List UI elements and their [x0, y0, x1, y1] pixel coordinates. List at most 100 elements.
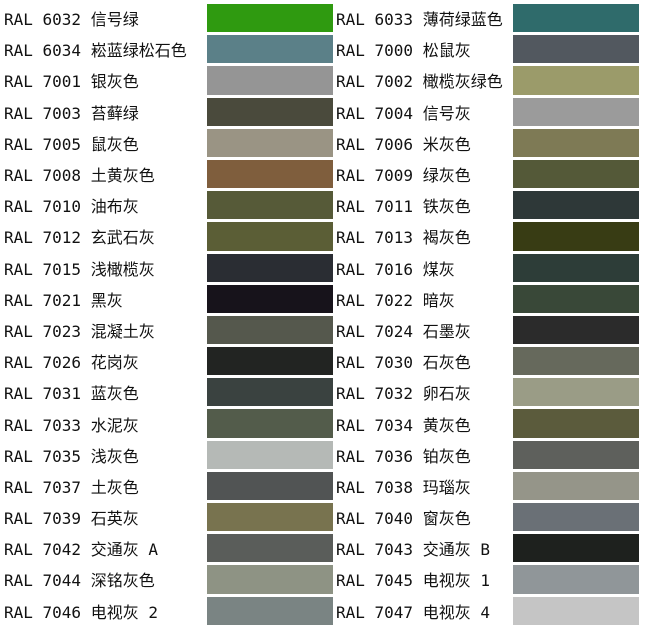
color-code-label: RAL 7045 电视灰 1	[336, 571, 490, 591]
color-swatch	[513, 565, 639, 594]
table-row: RAL 7033 水泥灰 RAL 7034 黄灰色	[4, 409, 639, 438]
color-swatch	[513, 409, 639, 438]
color-code-label: RAL 6032 信号绿	[4, 10, 139, 30]
color-code-label: RAL 7044 深铭灰色	[4, 571, 155, 591]
color-code-label: RAL 7047 电视灰 4	[336, 602, 490, 622]
color-swatch	[513, 284, 639, 313]
color-code-label: RAL 7006 米灰色	[336, 134, 471, 154]
color-swatch	[207, 128, 333, 157]
color-code-label: RAL 7035 浅灰色	[4, 446, 139, 466]
color-code-label: RAL 7023 混凝土灰	[4, 321, 155, 341]
color-swatch	[513, 35, 639, 64]
color-swatch	[207, 191, 333, 220]
color-code-label: RAL 7004 信号灰	[336, 103, 471, 123]
color-code-label: RAL 7011 铁灰色	[336, 197, 471, 217]
color-swatch	[207, 284, 333, 313]
color-swatch	[513, 222, 639, 251]
color-swatch	[207, 440, 333, 469]
color-code-label: RAL 7003 苔藓绿	[4, 103, 139, 123]
color-code-label: RAL 7043 交通灰 B	[336, 540, 490, 560]
color-code-label: RAL 7016 煤灰	[336, 259, 455, 279]
color-code-label: RAL 7005 鼠灰色	[4, 134, 139, 154]
color-swatch	[513, 534, 639, 563]
color-swatch	[207, 159, 333, 189]
table-row: RAL 7001 银灰色 RAL 7002 橄榄灰绿色	[4, 66, 639, 95]
color-code-label: RAL 7046 电视灰 2	[4, 602, 158, 622]
color-code-label: RAL 7010 油布灰	[4, 197, 139, 217]
color-code-label: RAL 7039 石英灰	[4, 509, 139, 529]
color-swatch	[207, 315, 333, 345]
table-row: RAL 7035 浅灰色 RAL 7036 铂灰色	[4, 440, 639, 469]
color-code-label: RAL 7030 石灰色	[336, 353, 471, 373]
color-swatch	[207, 565, 333, 594]
table-row: RAL 7010 油布灰 RAL 7011 铁灰色	[4, 191, 639, 220]
table-row: RAL 7008 土黄灰色 RAL 7009 绿灰色	[4, 159, 639, 189]
color-swatch	[207, 35, 333, 64]
table-row: RAL 7021 黑灰 RAL 7022 暗灰	[4, 284, 639, 313]
color-swatch	[513, 315, 639, 345]
table-row: RAL 7005 鼠灰色 RAL 7006 米灰色	[4, 128, 639, 157]
color-swatch	[513, 503, 639, 532]
color-code-label: RAL 7034 黄灰色	[336, 415, 471, 435]
color-code-label: RAL 7015 浅橄榄灰	[4, 259, 155, 279]
color-swatch	[207, 222, 333, 251]
color-swatch	[513, 253, 639, 282]
color-code-label: RAL 7040 窗灰色	[336, 509, 471, 529]
table-row: RAL 7046 电视灰 2 RAL 7047 电视灰 4	[4, 596, 639, 625]
color-swatch	[513, 97, 639, 126]
color-swatch	[207, 66, 333, 95]
table-row: RAL 7012 玄武石灰 RAL 7013 褐灰色	[4, 222, 639, 251]
color-swatch	[207, 471, 333, 500]
color-swatch	[207, 347, 333, 376]
color-code-label: RAL 7033 水泥灰	[4, 415, 139, 435]
color-code-label: RAL 6033 薄荷绿蓝色	[336, 10, 503, 30]
color-swatch	[207, 534, 333, 563]
color-swatch	[513, 66, 639, 95]
color-swatch	[513, 471, 639, 500]
table-row: RAL 7026 花岗灰 RAL 7030 石灰色	[4, 347, 639, 376]
color-code-label: RAL 7002 橄榄灰绿色	[336, 72, 503, 92]
color-code-label: RAL 7009 绿灰色	[336, 166, 471, 186]
color-swatch	[513, 440, 639, 469]
color-code-label: RAL 7042 交通灰 A	[4, 540, 158, 560]
color-swatch	[207, 97, 333, 126]
color-code-label: RAL 7013 褐灰色	[336, 228, 471, 248]
color-swatch	[513, 596, 639, 625]
table-row: RAL 7031 蓝灰色 RAL 7032 卵石灰	[4, 378, 639, 407]
table-row: RAL 7042 交通灰 A RAL 7043 交通灰 B	[4, 534, 639, 563]
color-swatch	[207, 596, 333, 625]
table-row: RAL 7037 土灰色 RAL 7038 玛瑙灰	[4, 471, 639, 500]
color-swatch	[207, 4, 333, 33]
table-row: RAL 7039 石英灰 RAL 7040 窗灰色	[4, 503, 639, 532]
color-swatch	[207, 503, 333, 532]
ral-color-table: RAL 6032 信号绿 RAL 6033 薄荷绿蓝色 RAL 6034 崧蓝绿松石…	[1, 1, 642, 628]
table-row: RAL 6032 信号绿 RAL 6033 薄荷绿蓝色	[4, 4, 639, 33]
color-swatch	[513, 128, 639, 157]
color-swatch	[513, 159, 639, 189]
ral-color-table-body: RAL 6032 信号绿 RAL 6033 薄荷绿蓝色 RAL 6034 崧蓝绿松石…	[4, 4, 639, 625]
color-code-label: RAL 6034 崧蓝绿松石色	[4, 41, 187, 61]
color-code-label: RAL 7031 蓝灰色	[4, 384, 139, 404]
table-row: RAL 7003 苔藓绿 RAL 7004 信号灰	[4, 97, 639, 126]
table-row: RAL 7044 深铭灰色 RAL 7045 电视灰 1	[4, 565, 639, 594]
color-swatch	[513, 347, 639, 376]
color-code-label: RAL 7000 松鼠灰	[336, 41, 471, 61]
table-row: RAL 6034 崧蓝绿松石色 RAL 7000 松鼠灰	[4, 35, 639, 64]
color-swatch	[513, 4, 639, 33]
color-swatch	[207, 253, 333, 282]
color-code-label: RAL 7036 铂灰色	[336, 446, 471, 466]
color-swatch	[207, 409, 333, 438]
color-swatch	[513, 191, 639, 220]
color-code-label: RAL 7021 黑灰	[4, 290, 123, 310]
color-swatch	[207, 378, 333, 407]
color-code-label: RAL 7037 土灰色	[4, 477, 139, 497]
color-code-label: RAL 7032 卵石灰	[336, 384, 471, 404]
color-code-label: RAL 7024 石墨灰	[336, 321, 471, 341]
table-row: RAL 7015 浅橄榄灰 RAL 7016 煤灰	[4, 253, 639, 282]
color-code-label: RAL 7022 暗灰	[336, 290, 455, 310]
color-swatch	[513, 378, 639, 407]
color-code-label: RAL 7001 银灰色	[4, 72, 139, 92]
color-code-label: RAL 7012 玄武石灰	[4, 228, 155, 248]
color-code-label: RAL 7038 玛瑙灰	[336, 477, 471, 497]
color-code-label: RAL 7008 土黄灰色	[4, 166, 155, 186]
